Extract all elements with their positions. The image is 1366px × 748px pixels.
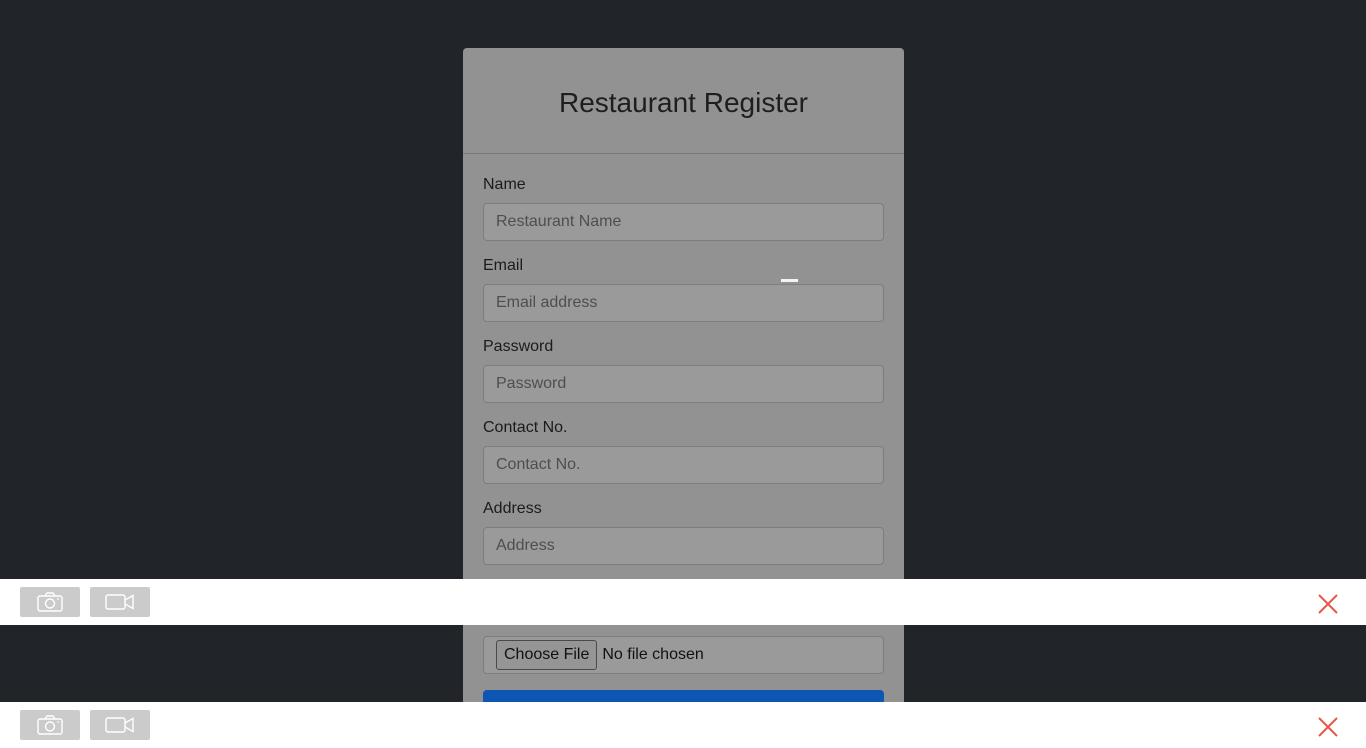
password-label: Password — [483, 338, 554, 355]
name-label: Name — [483, 176, 526, 193]
file-status: No file chosen — [602, 646, 704, 663]
close-button[interactable] — [1316, 592, 1340, 616]
cursor-artifact — [781, 279, 798, 282]
video-camera-icon — [105, 594, 134, 610]
email-input[interactable] — [483, 284, 884, 322]
camera-icon — [37, 592, 63, 612]
email-label: Email — [483, 257, 524, 274]
register-card: Restaurant Register Name Email Password … — [463, 48, 904, 748]
record-button[interactable] — [90, 587, 150, 617]
name-group: Name — [483, 176, 884, 241]
address-group: Address — [483, 500, 884, 565]
image-upload-group: Choose File No file chosen — [483, 636, 884, 674]
register-form: Name Email Password Contact No. Address — [463, 154, 904, 565]
screenshot-button[interactable] — [20, 587, 80, 617]
capture-toolbar-secondary — [0, 702, 1366, 748]
capture-toolbar — [0, 579, 1366, 625]
video-camera-icon — [105, 717, 134, 733]
close-icon — [1318, 594, 1338, 614]
contact-label: Contact No. — [483, 419, 568, 436]
password-input[interactable] — [483, 365, 884, 403]
address-label: Address — [483, 500, 542, 517]
address-input[interactable] — [483, 527, 884, 565]
name-input[interactable] — [483, 203, 884, 241]
record-button-secondary[interactable] — [90, 710, 150, 740]
close-button-secondary[interactable] — [1316, 715, 1340, 739]
contact-input[interactable] — [483, 446, 884, 484]
screenshot-button-secondary[interactable] — [20, 710, 80, 740]
email-group: Email — [483, 257, 884, 322]
page-title: Restaurant Register — [558, 86, 808, 118]
card-header: Restaurant Register — [463, 48, 904, 154]
camera-icon — [37, 715, 63, 735]
choose-file-button[interactable]: Choose File — [496, 640, 598, 670]
password-group: Password — [483, 338, 884, 403]
file-input[interactable]: Choose File No file chosen — [483, 636, 884, 674]
contact-group: Contact No. — [483, 419, 884, 484]
close-icon — [1318, 717, 1338, 737]
